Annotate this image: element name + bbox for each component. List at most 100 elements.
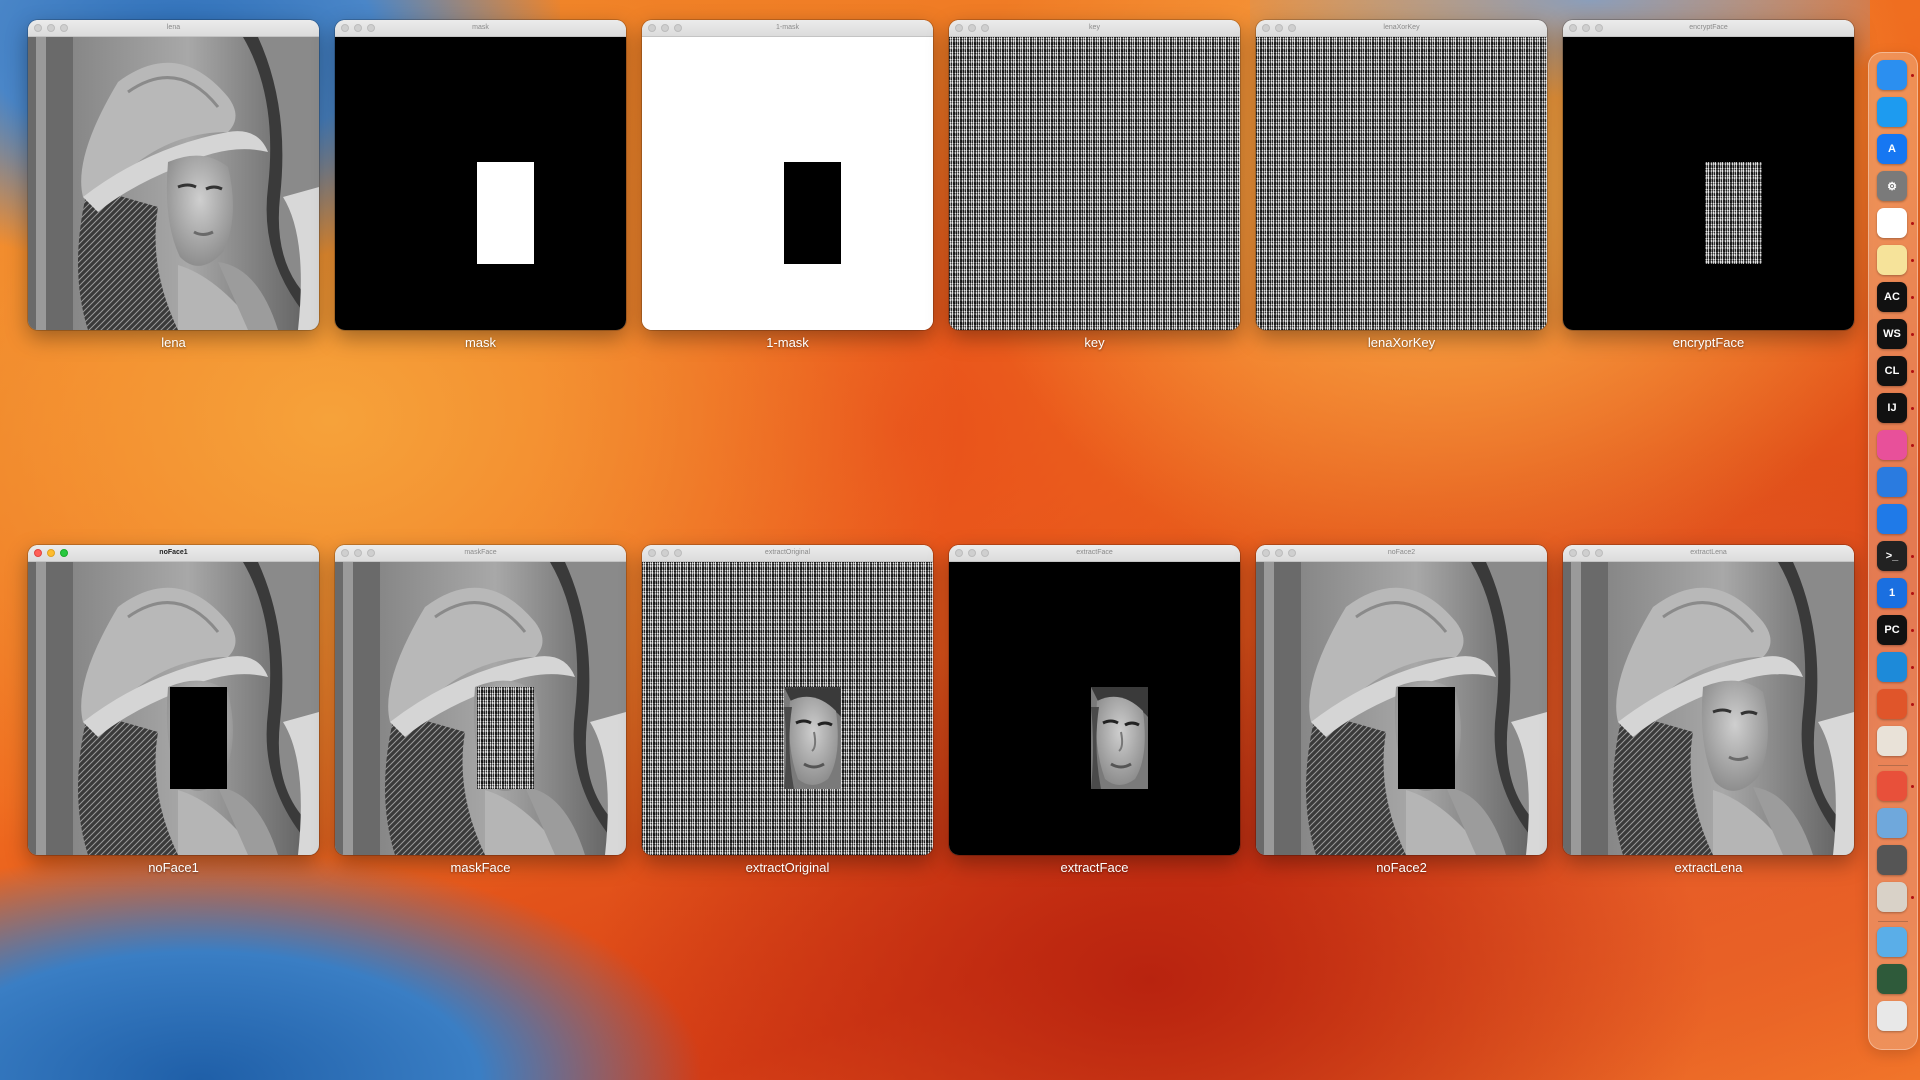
window-1-mask[interactable]: 1-mask <box>642 20 933 330</box>
close-button[interactable] <box>1569 24 1577 32</box>
titlebar[interactable]: noFace2 <box>1256 545 1547 562</box>
traffic-lights[interactable] <box>341 24 375 32</box>
minimize-button[interactable] <box>354 549 362 557</box>
titlebar[interactable]: mask <box>335 20 626 37</box>
zoom-button[interactable] <box>60 549 68 557</box>
window-lenaXorKey[interactable]: lenaXorKey <box>1256 20 1547 330</box>
webstorm-icon[interactable]: WS <box>1877 319 1907 349</box>
window-mask[interactable]: mask <box>335 20 626 330</box>
launchpad-icon[interactable] <box>1877 726 1907 756</box>
xcode-icon[interactable] <box>1877 467 1907 497</box>
titlebar[interactable]: extractFace <box>949 545 1240 562</box>
window-noFace1[interactable]: noFace1 <box>28 545 319 855</box>
minimize-button[interactable] <box>661 24 669 32</box>
zoom-button[interactable] <box>1595 549 1603 557</box>
traffic-lights[interactable] <box>1262 549 1296 557</box>
vscode-icon[interactable] <box>1877 652 1907 682</box>
minimize-button[interactable] <box>47 24 55 32</box>
traffic-lights[interactable] <box>648 549 682 557</box>
traffic-lights[interactable] <box>1569 549 1603 557</box>
titlebar[interactable]: extractOriginal <box>642 545 933 562</box>
window-noFace2[interactable]: noFace2 <box>1256 545 1547 855</box>
running-indicator <box>1911 370 1914 373</box>
minimize-button[interactable] <box>1275 24 1283 32</box>
titlebar[interactable]: maskFace <box>335 545 626 562</box>
window-extractOriginal[interactable]: extractOriginal <box>642 545 933 855</box>
minimize-button[interactable] <box>661 549 669 557</box>
cloud-app-icon[interactable] <box>1877 504 1907 534</box>
window-key[interactable]: key <box>949 20 1240 330</box>
zoom-button[interactable] <box>981 549 989 557</box>
minimize-button[interactable] <box>47 549 55 557</box>
caption-extractFace: extractFace <box>1060 860 1129 875</box>
minimize-button[interactable] <box>968 24 976 32</box>
close-button[interactable] <box>648 24 656 32</box>
terminal-icon[interactable]: >_ <box>1877 541 1907 571</box>
calculator-icon[interactable] <box>1877 845 1907 875</box>
minimize-button[interactable] <box>1582 549 1590 557</box>
minimize-button[interactable] <box>1582 24 1590 32</box>
traffic-lights[interactable] <box>1569 24 1603 32</box>
zoom-button[interactable] <box>1595 24 1603 32</box>
screen-recorder-icon[interactable] <box>1877 771 1907 801</box>
window-encryptFace[interactable]: encryptFace <box>1563 20 1854 330</box>
chrome-icon[interactable] <box>1877 208 1907 238</box>
window-extractLena[interactable]: extractLena <box>1563 545 1854 855</box>
zoom-button[interactable] <box>981 24 989 32</box>
appcode-icon[interactable]: AC <box>1877 282 1907 312</box>
clion-icon[interactable]: CL <box>1877 356 1907 386</box>
close-button[interactable] <box>648 549 656 557</box>
1password-icon[interactable]: 1 <box>1877 578 1907 608</box>
close-button[interactable] <box>34 24 42 32</box>
close-button[interactable] <box>955 549 963 557</box>
titlebar[interactable]: 1-mask <box>642 20 933 37</box>
zoom-button[interactable] <box>60 24 68 32</box>
zoom-button[interactable] <box>1288 549 1296 557</box>
titlebar[interactable]: lenaXorKey <box>1256 20 1547 37</box>
system-settings-icon[interactable]: ⚙ <box>1877 171 1907 201</box>
trash-icon[interactable] <box>1877 1001 1907 1031</box>
rocket-app-icon[interactable] <box>1877 882 1907 912</box>
close-button[interactable] <box>955 24 963 32</box>
zoom-button[interactable] <box>1288 24 1296 32</box>
traffic-lights[interactable] <box>34 24 68 32</box>
finder-icon[interactable] <box>1877 60 1907 90</box>
app-store-icon[interactable]: A <box>1877 134 1907 164</box>
preview-icon[interactable] <box>1877 808 1907 838</box>
titlebar[interactable]: encryptFace <box>1563 20 1854 37</box>
zoom-button[interactable] <box>367 549 375 557</box>
close-button[interactable] <box>1262 24 1270 32</box>
minimize-button[interactable] <box>968 549 976 557</box>
screens-icon[interactable] <box>1877 430 1907 460</box>
titlebar[interactable]: extractLena <box>1563 545 1854 562</box>
traffic-lights[interactable] <box>34 549 68 557</box>
traffic-lights[interactable] <box>341 549 375 557</box>
downloads-folder-icon[interactable] <box>1877 927 1907 957</box>
notes-icon[interactable] <box>1877 245 1907 275</box>
close-button[interactable] <box>34 549 42 557</box>
pycharm-icon[interactable]: PC <box>1877 615 1907 645</box>
close-button[interactable] <box>1262 549 1270 557</box>
titlebar[interactable]: key <box>949 20 1240 37</box>
traffic-lights[interactable] <box>648 24 682 32</box>
traffic-lights[interactable] <box>955 24 989 32</box>
close-button[interactable] <box>341 24 349 32</box>
close-button[interactable] <box>1569 549 1577 557</box>
window-maskFace[interactable]: maskFace <box>335 545 626 855</box>
window-lena[interactable]: lena <box>28 20 319 330</box>
firefox-icon[interactable] <box>1877 689 1907 719</box>
minimize-button[interactable] <box>354 24 362 32</box>
zoom-button[interactable] <box>367 24 375 32</box>
safari-icon[interactable] <box>1877 97 1907 127</box>
traffic-lights[interactable] <box>955 549 989 557</box>
zoom-button[interactable] <box>674 24 682 32</box>
titlebar[interactable]: lena <box>28 20 319 37</box>
minimize-button[interactable] <box>1275 549 1283 557</box>
traffic-lights[interactable] <box>1262 24 1296 32</box>
screenshot-thumbnail-icon[interactable] <box>1877 964 1907 994</box>
intellij-icon[interactable]: IJ <box>1877 393 1907 423</box>
zoom-button[interactable] <box>674 549 682 557</box>
window-extractFace[interactable]: extractFace <box>949 545 1240 855</box>
titlebar[interactable]: noFace1 <box>28 545 319 562</box>
close-button[interactable] <box>341 549 349 557</box>
